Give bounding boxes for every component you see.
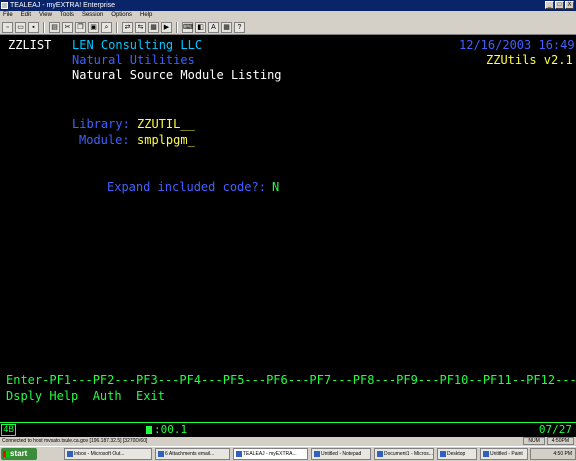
module-field[interactable]: smplpgm_ — [137, 132, 195, 148]
app-icon — [440, 451, 446, 457]
library-label: Library: — [72, 117, 130, 131]
system-tray: 4:50 PM — [530, 448, 576, 460]
task-label: Untitled - Paint — [490, 451, 523, 457]
maximize-button[interactable]: □ — [555, 1, 564, 9]
paste-icon[interactable]: ▣ — [88, 21, 99, 33]
task-label: TEALEAJ - myEXTRA... — [243, 451, 297, 457]
library-field[interactable]: ZZUTIL__ — [137, 116, 195, 132]
toolbar-separator — [176, 21, 178, 33]
new-session-icon[interactable]: ▫ — [2, 21, 13, 33]
pf-key-labels: Dsply Help Auth Exit — [6, 389, 165, 403]
status-bar: Connected to host mvsato.tsule.ca.gov [1… — [0, 437, 576, 446]
cursor-block-icon — [146, 426, 152, 434]
app-icon — [67, 451, 73, 457]
help-icon[interactable]: ? — [234, 21, 245, 33]
color-icon[interactable]: ◧ — [195, 21, 206, 33]
menu-view[interactable]: View — [39, 11, 52, 20]
pf-key-line: Enter-PF1---PF2---PF3---PF4---PF5---PF6-… — [6, 373, 576, 387]
num-lock-indicator: NUM — [523, 437, 545, 445]
company-name: LEN Consulting LLC — [72, 38, 203, 52]
cursor-position: 07/27 — [538, 423, 572, 436]
module-label: Module: — [79, 133, 130, 147]
version-label: ZZUtils v2.1 — [486, 53, 573, 67]
task-button[interactable]: Untitled - Paint — [480, 448, 528, 460]
settings-icon[interactable]: ▦ — [148, 21, 159, 33]
task-label: Document1 - Micros... — [384, 451, 433, 457]
app-icon — [1, 2, 8, 9]
task-label: Untitled - Notepad — [321, 451, 362, 457]
status-cells: NUM 4:50PM — [523, 437, 574, 445]
task-label: 6 Attachments email... — [165, 451, 215, 457]
task-button-active[interactable]: TEALEAJ - myEXTRA... — [233, 448, 308, 460]
task-button[interactable]: 6 Attachments email... — [155, 448, 230, 460]
app-icon — [236, 451, 242, 457]
toolbar-separator — [43, 21, 45, 33]
connection-status: Connected to host mvsato.tsule.ca.gov [1… — [2, 438, 148, 444]
save-icon[interactable]: ▪ — [28, 21, 39, 33]
app-icon — [314, 451, 320, 457]
menu-options[interactable]: Options — [111, 11, 132, 20]
expand-label: Expand included code?: — [107, 180, 266, 194]
task-button[interactable]: Desktop — [437, 448, 477, 460]
disconnect-icon[interactable]: ⇆ — [135, 21, 146, 33]
font-icon[interactable]: A — [208, 21, 219, 33]
print-icon[interactable]: ▤ — [49, 21, 60, 33]
task-label: Inbox - Microsoft Out... — [74, 451, 125, 457]
menu-edit[interactable]: Edit — [21, 11, 31, 20]
start-label: start — [10, 449, 28, 458]
program-id: ZZLIST — [8, 38, 52, 52]
window-title-bar[interactable]: TEALEAJ - myEXTRA! Enterprise _ □ X — [0, 0, 576, 11]
screen-subtitle: Natural Utilities — [72, 53, 195, 67]
keyboard-icon[interactable]: ⌨ — [182, 21, 193, 33]
start-button[interactable]: start — [1, 448, 37, 460]
macro-icon[interactable]: ▶ — [161, 21, 172, 33]
menu-bar: File Edit View Tools Session Options Hel… — [0, 11, 576, 20]
task-button[interactable]: Inbox - Microsoft Out... — [64, 448, 152, 460]
menu-help[interactable]: Help — [140, 11, 152, 20]
status-time: 4:50PM — [546, 437, 574, 445]
expand-field[interactable]: N — [272, 179, 279, 195]
toolbar-separator — [116, 21, 118, 33]
open-icon[interactable]: ▭ — [15, 21, 26, 33]
taskbar: start Inbox - Microsoft Out... 6 Attachm… — [0, 446, 576, 461]
windows-logo-icon — [3, 451, 9, 457]
clock[interactable]: 4:50 PM — [553, 451, 572, 457]
menu-session[interactable]: Session — [82, 11, 103, 20]
app-icon — [483, 451, 489, 457]
app-icon — [377, 451, 383, 457]
cut-icon[interactable]: ✂ — [62, 21, 73, 33]
datetime: 12/16/2003 16:49 — [459, 38, 575, 52]
window-title: TEALEAJ - myEXTRA! Enterprise — [10, 2, 116, 9]
window-controls: _ □ X — [545, 1, 574, 9]
operator-info-area: 4B :00.1 07/27 — [0, 422, 576, 437]
screen-title: Natural Source Module Listing — [72, 68, 282, 82]
response-timer: :00.1 — [154, 423, 188, 436]
grid-icon[interactable]: ▦ — [221, 21, 232, 33]
session-indicator: 4B — [1, 424, 16, 436]
app-icon — [158, 451, 164, 457]
task-label: Desktop — [447, 451, 466, 457]
task-button[interactable]: Document1 - Micros... — [374, 448, 434, 460]
menu-tools[interactable]: Tools — [60, 11, 74, 20]
task-button[interactable]: Untitled - Notepad — [311, 448, 371, 460]
connect-icon[interactable]: ⇄ — [122, 21, 133, 33]
menu-file[interactable]: File — [3, 11, 13, 20]
terminal-screen[interactable]: ZZLIST LEN Consulting LLC 12/16/2003 16:… — [0, 35, 576, 422]
copy-icon[interactable]: ❐ — [75, 21, 86, 33]
minimize-button[interactable]: _ — [545, 1, 554, 9]
find-icon[interactable]: ⌕ — [101, 21, 112, 33]
toolbar: ▫ ▭ ▪ ▤ ✂ ❐ ▣ ⌕ ⇄ ⇆ ▦ ▶ ⌨ ◧ A ▦ ? — [0, 20, 576, 35]
close-button[interactable]: X — [565, 1, 574, 9]
